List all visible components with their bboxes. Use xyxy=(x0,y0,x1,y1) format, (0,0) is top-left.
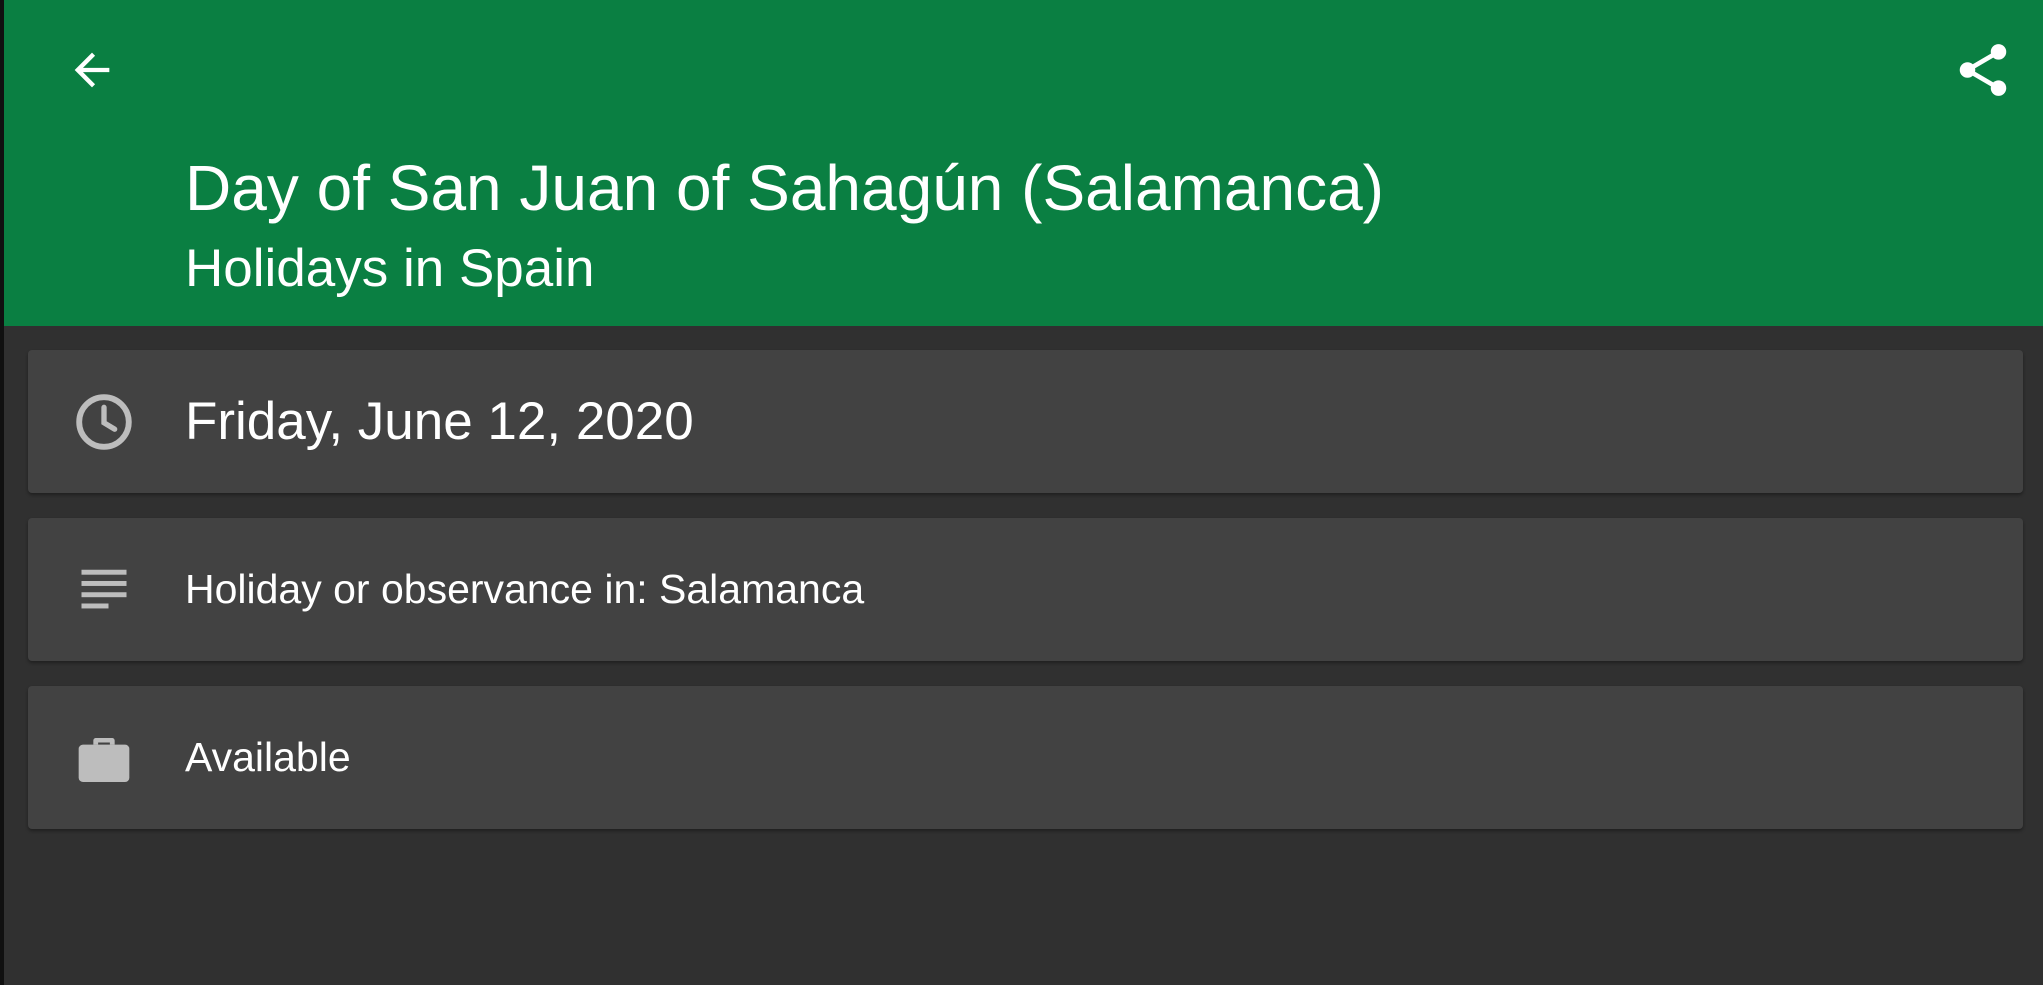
briefcase-icon xyxy=(68,722,140,794)
notes-icon xyxy=(68,554,140,626)
date-card: Friday, June 12, 2020 xyxy=(28,350,2023,493)
clock-icon xyxy=(68,386,140,458)
description-card: Holiday or observance in: Salamanca xyxy=(28,518,2023,661)
arrow-back-icon xyxy=(74,52,110,88)
availability-status: Available xyxy=(185,734,351,780)
event-date: Friday, June 12, 2020 xyxy=(185,392,694,451)
event-description: Holiday or observance in: Salamanca xyxy=(185,566,865,612)
share-button[interactable] xyxy=(1943,30,2023,110)
event-title: Day of San Juan of Sahagún (Salamanca) xyxy=(185,152,1384,224)
availability-card: Available xyxy=(28,686,2023,829)
event-detail-screen: Day of San Juan of Sahagún (Salamanca) H… xyxy=(0,0,2043,985)
calendar-name: Holidays in Spain xyxy=(185,239,595,298)
back-button[interactable] xyxy=(52,34,132,106)
share-icon xyxy=(1959,44,2007,96)
app-bar: Day of San Juan of Sahagún (Salamanca) H… xyxy=(4,0,2043,326)
